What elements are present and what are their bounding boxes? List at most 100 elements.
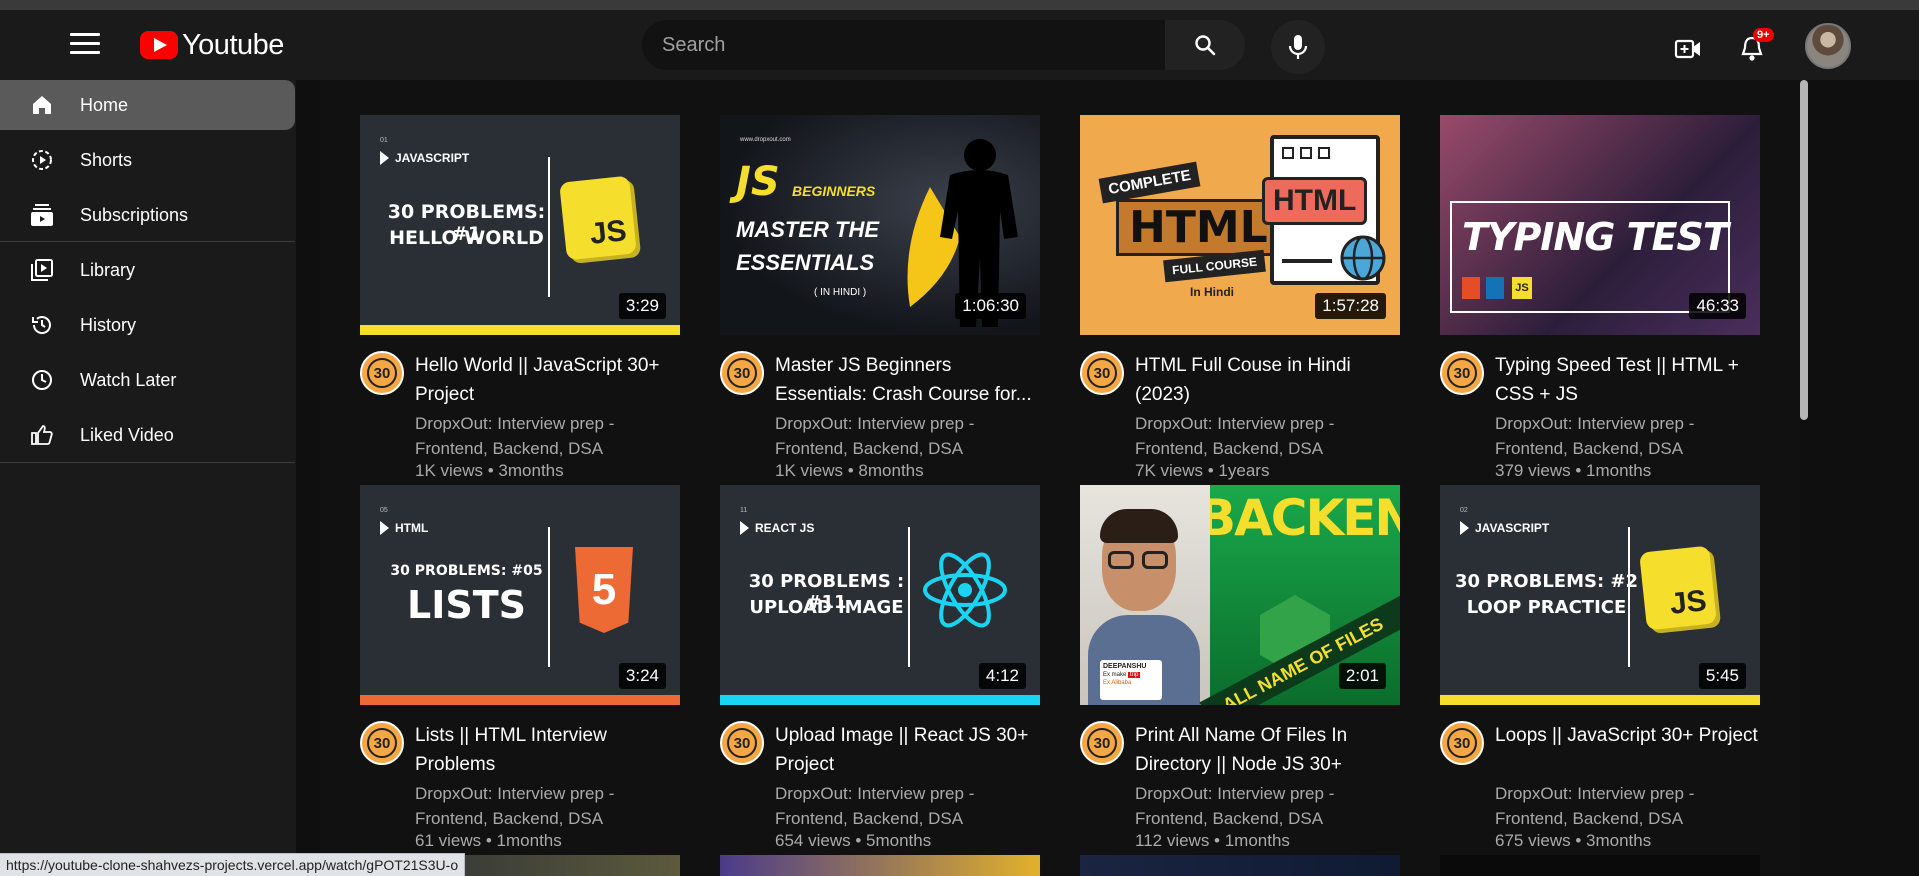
channel-name[interactable]: DropxOut: Interview prep - Frontend, Bac… [415, 411, 675, 461]
thumb-divider [548, 527, 550, 667]
sidebar-item-library[interactable]: Library [0, 245, 295, 295]
video-thumbnail-partial[interactable] [1440, 855, 1760, 876]
channel-name[interactable]: DropxOut: Interview prep - Frontend, Bac… [1135, 411, 1395, 461]
video-thumbnail[interactable]: 02 JAVASCRIPT 30 PROBLEMS: #2 LOOP PRACT… [1440, 485, 1760, 705]
video-title[interactable]: Typing Speed Test || HTML + CSS + JS [1495, 351, 1760, 409]
thumb-line2: ESSENTIALS [736, 250, 875, 275]
channel-avatar[interactable]: 30 [720, 351, 764, 395]
channel-name[interactable]: DropxOut: Interview prep - Frontend, Bac… [1495, 411, 1755, 461]
search-input[interactable] [642, 20, 1165, 70]
subscriptions-icon [28, 201, 56, 229]
thumb-line1: 30 PROBLEMS: #2 [1454, 571, 1639, 592]
channel-avatar[interactable]: 30 [360, 351, 404, 395]
video-thumbnail[interactable]: 01 JAVASCRIPT 30 PROBLEMS: #1 HELLO WORL… [360, 115, 680, 335]
channel-name[interactable]: DropxOut: Interview prep - Frontend, Bac… [1135, 781, 1395, 831]
video-thumbnail[interactable]: COMPLETE HTML FULL COURSE In Hindi HTML … [1080, 115, 1400, 335]
js-logo-icon: JS [1512, 277, 1532, 299]
channel-avatar[interactable]: 30 [1080, 721, 1124, 765]
youtube-logo[interactable]: Youtube [140, 29, 284, 61]
sidebar-item-shorts[interactable]: Shorts [0, 135, 295, 185]
thumb-line1: MASTER THE [736, 217, 879, 242]
thumb-accent-bar [1440, 695, 1760, 705]
thumb-divider [548, 157, 550, 297]
video-duration: 3:29 [618, 293, 666, 319]
video-meta: 112 views • 1months [1135, 831, 1290, 850]
channel-name[interactable]: DropxOut: Interview prep - Frontend, Bac… [775, 411, 1035, 461]
video-title[interactable]: HTML Full Couse in Hindi (2023) [1135, 351, 1400, 409]
sidebar-item-subscriptions[interactable]: Subscriptions [0, 190, 295, 240]
video-duration: 1:06:30 [955, 293, 1026, 319]
sidebar-item-label: Subscriptions [80, 204, 189, 225]
clock-icon [28, 366, 56, 394]
sidebar-item-label: History [80, 314, 137, 335]
video-meta: 1K views • 3months [415, 461, 564, 480]
create-video-button[interactable] [1671, 32, 1705, 66]
sidebar-item-home[interactable]: Home [0, 80, 295, 130]
channel-avatar[interactable]: 30 [1080, 351, 1124, 395]
channel-avatar[interactable]: 30 [1440, 351, 1484, 395]
video-duration: 5:45 [1698, 663, 1746, 689]
channel-avatar-text: 30 [1087, 728, 1117, 758]
video-title[interactable]: Upload Image || React JS 30+ Project [775, 721, 1040, 779]
sidebar-item-liked-video[interactable]: Liked Video [0, 410, 295, 460]
sidebar: Home Shorts Subscriptions Library Histor… [0, 80, 296, 876]
video-thumbnail[interactable]: 05 HTML 30 PROBLEMS: #05 LISTS 5 3:24 [360, 485, 680, 705]
video-meta: 654 views • 5months [775, 831, 932, 850]
microphone-icon [1288, 35, 1308, 59]
channel-name[interactable]: DropxOut: Interview prep - Frontend, Bac… [415, 781, 675, 831]
video-title[interactable]: Master JS Beginners Essentials: Crash Co… [775, 351, 1040, 409]
menu-icon[interactable] [70, 33, 100, 57]
video-thumbnail[interactable]: www.dropxout.com JS BEGINNERS MASTER THE… [720, 115, 1040, 335]
user-avatar[interactable] [1805, 23, 1851, 69]
video-title[interactable]: Print All Name Of Files In Directory || … [1135, 721, 1400, 779]
video-thumbnail[interactable]: 11 REACT JS 30 PROBLEMS : #11 UPLOAD IMA… [720, 485, 1040, 705]
thumb-divider [1628, 527, 1630, 667]
sidebar-item-label: Shorts [80, 149, 133, 170]
thumb-accent-bar [360, 325, 680, 335]
video-thumbnail-partial[interactable] [1080, 855, 1400, 876]
thumb-number: 11 [740, 507, 748, 514]
channel-avatar[interactable]: 30 [1440, 721, 1484, 765]
video-thumbnail[interactable]: BACKEND DEEPANSHU Ex make trip Ex Alibab… [1080, 485, 1400, 705]
search-button[interactable] [1165, 20, 1245, 70]
channel-avatar-text: 30 [727, 358, 757, 388]
channel-avatar[interactable]: 30 [720, 721, 764, 765]
thumb-number: 01 [380, 137, 388, 144]
thumb-js: JS [736, 159, 780, 205]
video-title[interactable]: Hello World || JavaScript 30+ Project [415, 351, 680, 409]
thumbs-up-icon [28, 421, 56, 449]
scrollbar-thumb[interactable] [1800, 80, 1808, 420]
sidebar-item-watch-later[interactable]: Watch Later [0, 355, 295, 405]
thumb-line3: ( IN HINDI ) [814, 287, 867, 298]
video-meta: 675 views • 3months [1495, 831, 1652, 850]
top-header: Youtube 9+ [0, 10, 1919, 80]
thumb-backend: BACKEND [1198, 489, 1400, 547]
notifications-button[interactable]: 9+ [1735, 28, 1774, 66]
video-title[interactable]: Lists || HTML Interview Problems [415, 721, 680, 779]
sidebar-item-label: Watch Later [80, 369, 177, 390]
thumb-in-hindi: In Hindi [1190, 285, 1234, 299]
thumb-tag: JAVASCRIPT [380, 151, 469, 165]
video-thumbnail[interactable]: TYPING TEST JS 46:33 [1440, 115, 1760, 335]
video-title[interactable]: Loops || JavaScript 30+ Project [1495, 721, 1760, 779]
video-thumbnail-partial[interactable] [720, 855, 1040, 876]
video-meta: 379 views • 1months [1495, 461, 1652, 480]
channel-name[interactable]: DropxOut: Interview prep - Frontend, Bac… [775, 781, 1035, 831]
shorts-icon [28, 146, 56, 174]
thumb-complete: COMPLETE [1098, 161, 1201, 204]
channel-avatar[interactable]: 30 [360, 721, 404, 765]
html5-icon: 5 [575, 547, 633, 633]
js-logo-icon: JS [1639, 545, 1717, 631]
history-icon [28, 311, 56, 339]
thumb-line2: LOOP PRACTICE [1466, 597, 1627, 618]
channel-name[interactable]: DropxOut: Interview prep - Frontend, Bac… [1495, 781, 1755, 831]
voice-search-button[interactable] [1271, 20, 1325, 74]
thumb-divider [908, 527, 910, 667]
video-add-icon [1674, 39, 1700, 59]
status-url-text: https://youtube-clone-shahvezs-projects.… [6, 857, 459, 873]
thumb-accent-bar [720, 695, 1040, 705]
sidebar-item-history[interactable]: History [0, 300, 295, 350]
html5-icon [1462, 277, 1480, 299]
presenter-company2: Ex Alibaba [1103, 680, 1132, 686]
video-duration: 2:01 [1338, 663, 1386, 689]
